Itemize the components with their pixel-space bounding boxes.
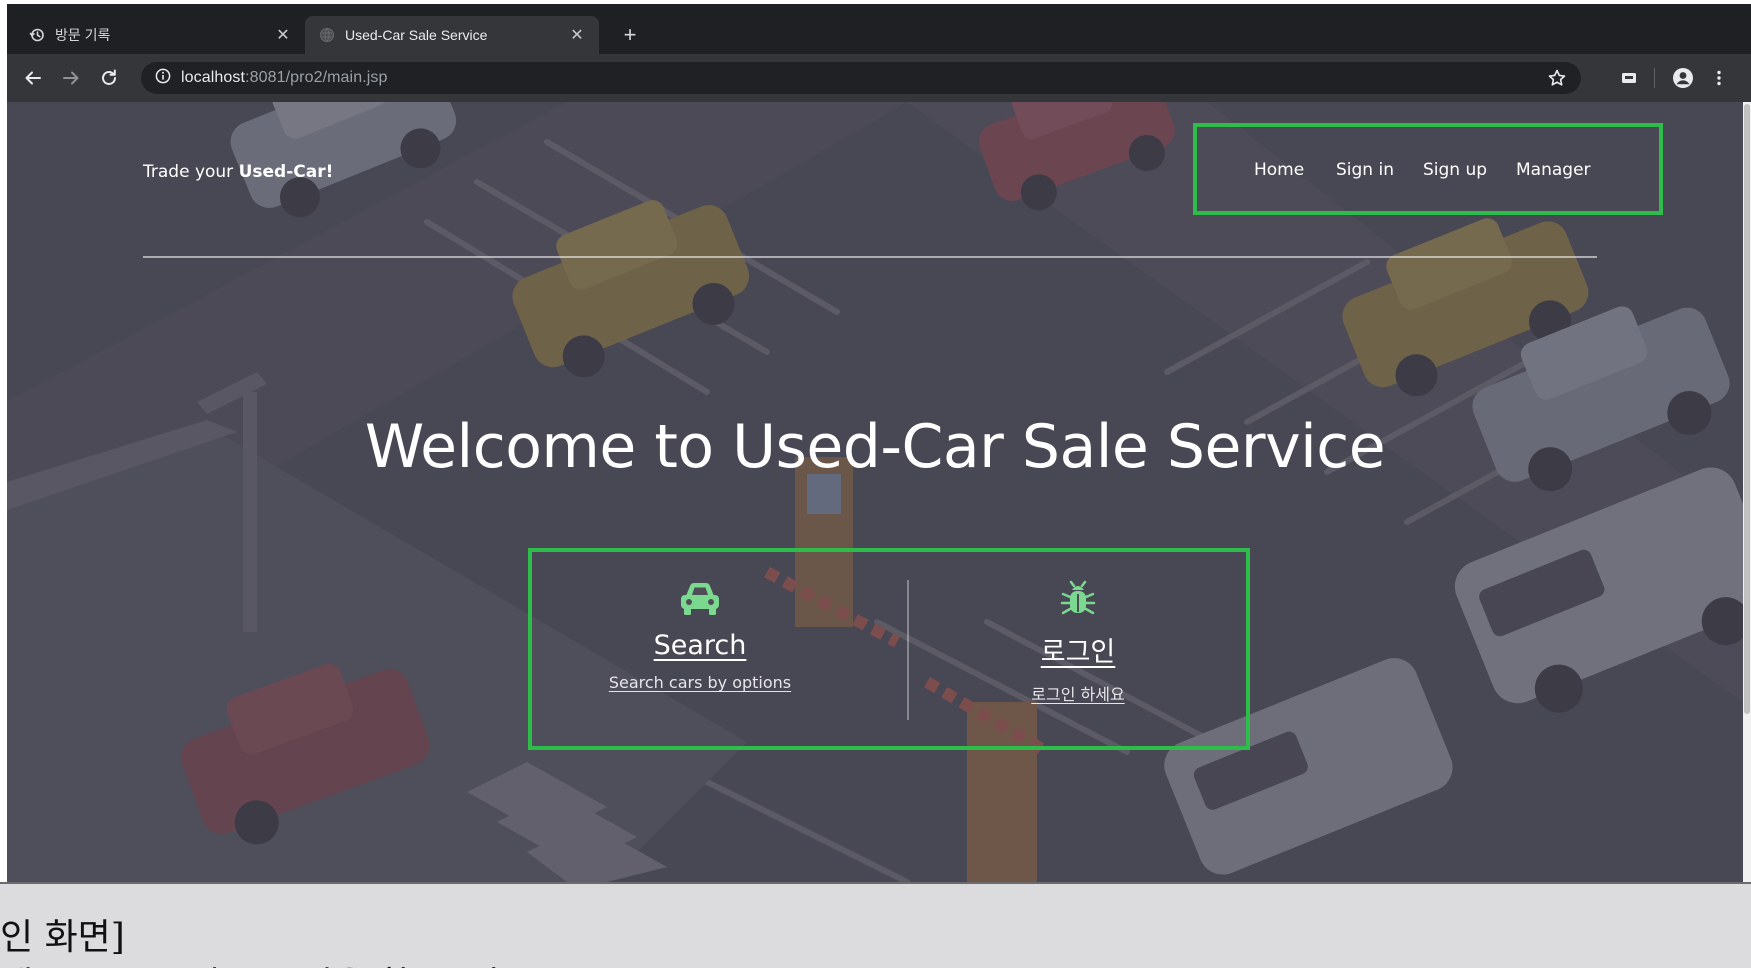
tab-history[interactable]: 방문 기록 ✕ [15, 16, 305, 54]
login-action[interactable]: 로그인 로그인 하세요 [928, 580, 1228, 705]
nav-home-link[interactable]: Home [1254, 160, 1304, 180]
forward-arrow-icon[interactable] [59, 66, 83, 90]
url-host: localhost [181, 69, 246, 86]
close-icon[interactable]: ✕ [275, 27, 291, 44]
search-link[interactable]: Search [550, 630, 850, 661]
background-dim-overlay [7, 102, 1743, 882]
brand-strong: Used-Car! [238, 162, 334, 182]
info-icon[interactable] [155, 68, 171, 89]
tab-title: 방문 기록 [55, 27, 111, 43]
back-arrow-icon[interactable] [21, 66, 45, 90]
url-path: :8081/pro2/main.jsp [245, 69, 388, 86]
bug-icon [1060, 580, 1096, 615]
nav-signup-link[interactable]: Sign up [1423, 160, 1487, 180]
tab-used-car-sale-service[interactable]: Used-Car Sale Service ✕ [305, 16, 599, 54]
login-link[interactable]: 로그인 [928, 630, 1228, 669]
toolbar-divider [1654, 68, 1655, 88]
history-icon [29, 27, 45, 43]
search-action[interactable]: Search Search cars by options [550, 580, 850, 692]
page-viewport: Trade your Used-Car! Home Sign in Sign u… [7, 102, 1743, 882]
site-brand[interactable]: Trade your Used-Car! [143, 162, 333, 182]
header-divider [143, 256, 1597, 258]
profile-avatar-icon[interactable] [1671, 66, 1695, 90]
login-subtitle-link[interactable]: 로그인 하세요 [928, 681, 1228, 705]
search-subtitle-link[interactable]: Search cars by options [550, 673, 850, 692]
page-scrollbar[interactable] [1743, 102, 1751, 882]
nav-signin-link[interactable]: Sign in [1336, 160, 1394, 180]
brand-prefix: Trade your [143, 162, 239, 182]
close-icon[interactable]: ✕ [569, 27, 585, 44]
scrollbar-thumb[interactable] [1744, 104, 1750, 714]
browser-tab-strip: 방문 기록 ✕ Used-Car Sale Service ✕ + [7, 4, 1751, 54]
bookmark-star-icon[interactable] [1547, 68, 1567, 93]
cast-icon[interactable] [1617, 66, 1641, 90]
address-bar[interactable]: localhost:8081/pro2/main.jsp [141, 62, 1581, 94]
caption-line-1: 인 화면] [0, 917, 125, 958]
actions-divider [907, 580, 909, 720]
more-options-icon[interactable] [1707, 66, 1731, 90]
caption-line-2: 세(Search)과 로그인을 할 수 있음 [0, 956, 533, 968]
screenshot: 방문 기록 ✕ Used-Car Sale Service ✕ + localh… [0, 0, 1751, 968]
url-text: localhost:8081/pro2/main.jsp [181, 69, 388, 87]
hero-title: Welcome to Used-Car Sale Service [364, 412, 1386, 482]
browser-toolbar: localhost:8081/pro2/main.jsp [7, 54, 1751, 102]
new-tab-button[interactable]: + [619, 24, 641, 46]
tab-title: Used-Car Sale Service [345, 27, 488, 43]
reload-icon[interactable] [97, 66, 121, 90]
globe-icon [319, 27, 335, 43]
nav-manager-link[interactable]: Manager [1516, 160, 1591, 180]
document-caption: 인 화면] 세(Search)과 로그인을 할 수 있음 [0, 882, 1751, 968]
car-icon [681, 583, 719, 615]
